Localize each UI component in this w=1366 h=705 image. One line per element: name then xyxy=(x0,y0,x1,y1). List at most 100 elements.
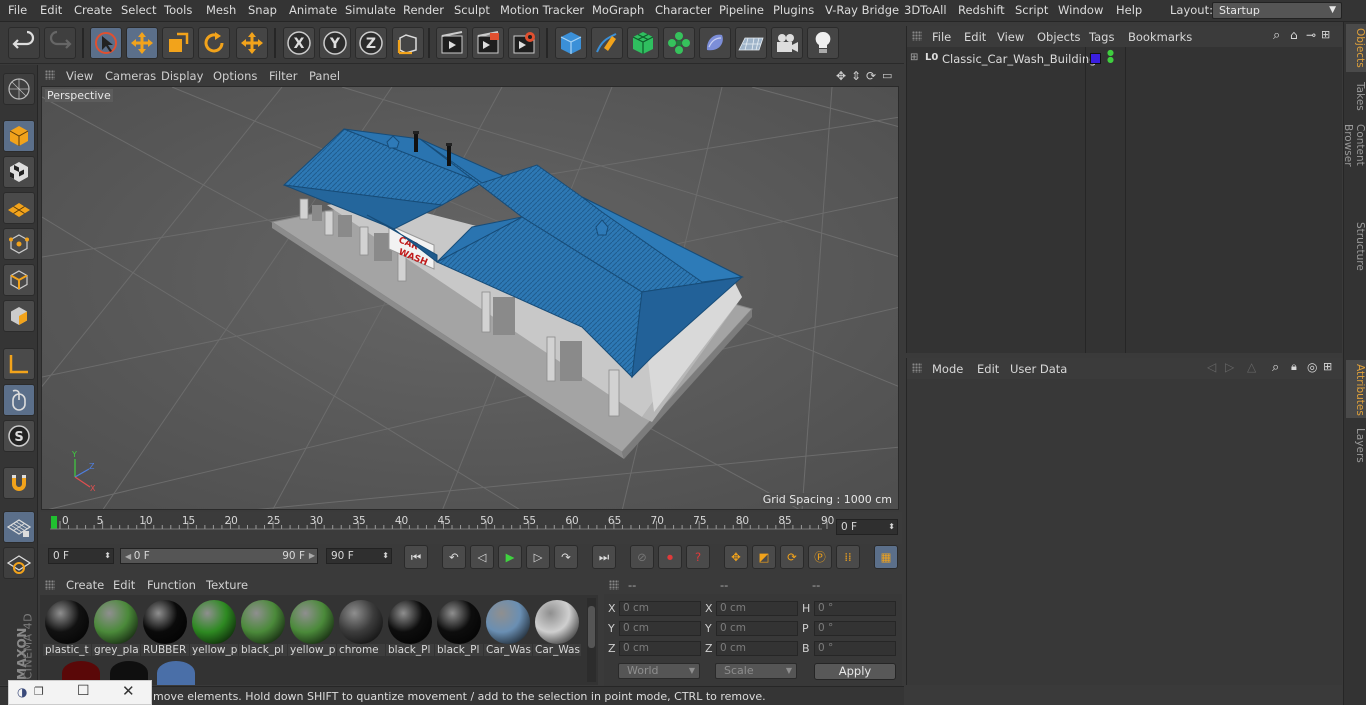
viewport-zoom-icon[interactable]: ⇕ xyxy=(851,69,861,83)
workplane-mode-button[interactable] xyxy=(3,192,35,224)
snap-button[interactable]: S xyxy=(3,420,35,452)
viewport-menu-view[interactable]: View xyxy=(66,69,93,83)
viewport-maximize-icon[interactable]: ▭ xyxy=(882,69,892,82)
model-mode-button[interactable] xyxy=(3,120,35,152)
material-item[interactable]: chrome xyxy=(337,598,385,656)
search-icon[interactable]: ⌕ xyxy=(1273,28,1280,43)
autokey-button[interactable]: ⏺ xyxy=(658,545,682,569)
keyframe-selection-button[interactable]: ? xyxy=(686,545,710,569)
record-parameter-button[interactable]: Ⓟ xyxy=(808,545,832,569)
new-window-icon[interactable]: ⊞ xyxy=(1323,360,1332,373)
cloner-button[interactable] xyxy=(663,27,695,59)
end-frame-field[interactable]: 90 F ⬍ xyxy=(326,548,392,564)
menu-script[interactable]: Script xyxy=(1015,3,1048,17)
menu-motion-tracker[interactable]: Motion Tracker xyxy=(500,3,584,17)
viewport-menu-options[interactable]: Options xyxy=(213,69,257,83)
timeline-ruler[interactable]: 0 5 10 15 20 25 30 35 40 45 50 55 60 65 70 75 80 85 90 0 F… xyxy=(40,512,902,544)
menu-create[interactable]: Create xyxy=(74,3,112,17)
back-arrow-icon[interactable]: ◁ xyxy=(1207,360,1216,374)
target-icon[interactable]: ◎ xyxy=(1307,360,1317,374)
size-x-field[interactable]: 0 cm xyxy=(716,601,798,616)
rot-h-field[interactable]: 0 ° xyxy=(814,601,896,616)
playhead-marker[interactable] xyxy=(51,516,57,529)
workplane-lock-button[interactable] xyxy=(3,511,35,543)
material-item[interactable]: black_pl xyxy=(239,598,287,656)
pos-y-field[interactable]: 0 cm xyxy=(619,621,701,636)
next-frame-button[interactable]: ▷ xyxy=(526,545,550,569)
menu-help[interactable]: Help xyxy=(1116,3,1142,17)
pos-z-field[interactable]: 0 cm xyxy=(619,641,701,656)
render-view-button[interactable] xyxy=(436,27,468,59)
tab-attributes[interactable]: Attributes xyxy=(1346,360,1366,418)
size-mode-dropdown[interactable]: Scale ▼ xyxy=(715,663,797,679)
search-icon[interactable]: ⌕ xyxy=(1272,360,1279,375)
menu-sculpt[interactable]: Sculpt xyxy=(454,3,490,17)
axis-mode-button[interactable] xyxy=(3,348,35,380)
menu-animate[interactable]: Animate xyxy=(289,3,337,17)
material-scrollbar-thumb[interactable] xyxy=(588,606,595,648)
record-active-button[interactable]: ⊘ xyxy=(630,545,654,569)
size-z-field[interactable]: 0 cm xyxy=(716,641,798,656)
menu-window[interactable]: Window xyxy=(1058,3,1103,17)
next-key-button[interactable]: ↷ xyxy=(554,545,578,569)
material-item[interactable]: black_Pl xyxy=(435,598,483,656)
menu-pipeline[interactable]: Pipeline xyxy=(719,3,764,17)
material-item[interactable]: yellow_p xyxy=(288,598,336,656)
material-item[interactable]: RUBBER xyxy=(141,598,189,656)
viewport-menu-panel[interactable]: Panel xyxy=(309,69,340,83)
menu-vray-bridge[interactable]: V-Ray Bridge xyxy=(825,3,899,17)
locked-workplane-button[interactable] xyxy=(3,547,35,579)
object-name[interactable]: Classic_Car_Wash_Building xyxy=(942,52,1096,66)
current-frame-field[interactable]: 0 F ⬍ xyxy=(836,519,898,535)
menu-render[interactable]: Render xyxy=(403,3,444,17)
tab-objects[interactable]: Objects xyxy=(1346,24,1366,72)
viewport-move-icon[interactable]: ✥ xyxy=(836,69,846,83)
undo-button[interactable] xyxy=(8,27,40,59)
previous-key-button[interactable]: ↶ xyxy=(442,545,466,569)
layer-color-swatch[interactable] xyxy=(1090,53,1101,64)
objects-menu-bookmarks[interactable]: Bookmarks xyxy=(1128,30,1192,44)
add-cube-button[interactable] xyxy=(555,27,587,59)
menu-character[interactable]: Character xyxy=(655,3,712,17)
previous-frame-button[interactable]: ◁ xyxy=(470,545,494,569)
size-y-field[interactable]: 0 cm xyxy=(716,621,798,636)
pos-x-field[interactable]: 0 cm xyxy=(619,601,701,616)
3d-viewport[interactable]: CAR WASH Y Z X Perspective Grid Spacing … xyxy=(41,86,899,510)
menu-redshift[interactable]: Redshift xyxy=(958,3,1005,17)
apply-button[interactable]: Apply xyxy=(814,663,896,680)
material-menu-function[interactable]: Function xyxy=(147,578,196,592)
menu-snap[interactable]: Snap xyxy=(248,3,277,17)
points-mode-button[interactable] xyxy=(3,228,35,260)
material-item[interactable]: yellow_p xyxy=(190,598,238,656)
camera-button[interactable] xyxy=(771,27,803,59)
back-icon[interactable]: ⊸ xyxy=(1306,28,1316,42)
objects-menu-edit[interactable]: Edit xyxy=(964,30,986,44)
move-tool-button[interactable] xyxy=(126,27,158,59)
attributes-menu-edit[interactable]: Edit xyxy=(977,362,999,376)
viewport-rotate-icon[interactable]: ⟳ xyxy=(866,69,876,83)
material-menu-create[interactable]: Create xyxy=(66,578,104,592)
maximize-window-icon[interactable]: ☐ xyxy=(77,683,90,699)
texture-mode-button[interactable] xyxy=(3,156,35,188)
layout-dropdown[interactable]: Startup ▼ xyxy=(1212,2,1342,19)
tab-content-browser[interactable]: Content Browser xyxy=(1342,120,1366,208)
material-thumb[interactable] xyxy=(157,661,195,685)
magnet-button[interactable] xyxy=(3,467,35,499)
attributes-menu-user-data[interactable]: User Data xyxy=(1010,362,1067,376)
material-scrollbar[interactable] xyxy=(587,598,596,682)
rotate-tool-button[interactable] xyxy=(198,27,230,59)
pen-tool-button[interactable] xyxy=(591,27,623,59)
lock-icon[interactable]: 🔒︎ xyxy=(1291,360,1297,374)
forward-arrow-icon[interactable]: ▷ xyxy=(1225,360,1234,374)
polygons-mode-button[interactable] xyxy=(3,300,35,332)
live-selection-button[interactable] xyxy=(90,27,122,59)
record-rotation-button[interactable]: ⟳ xyxy=(780,545,804,569)
tab-takes[interactable]: Takes xyxy=(1346,78,1366,116)
new-window-icon[interactable]: ⊞ xyxy=(1321,28,1330,41)
viewport-menu-cameras[interactable]: Cameras xyxy=(105,69,156,83)
material-menu-edit[interactable]: Edit xyxy=(113,578,135,592)
menu-plugins[interactable]: Plugins xyxy=(773,3,814,17)
menu-simulate[interactable]: Simulate xyxy=(345,3,396,17)
record-scale-button[interactable]: ◩ xyxy=(752,545,776,569)
expand-icon[interactable]: ⊞ xyxy=(910,52,918,63)
